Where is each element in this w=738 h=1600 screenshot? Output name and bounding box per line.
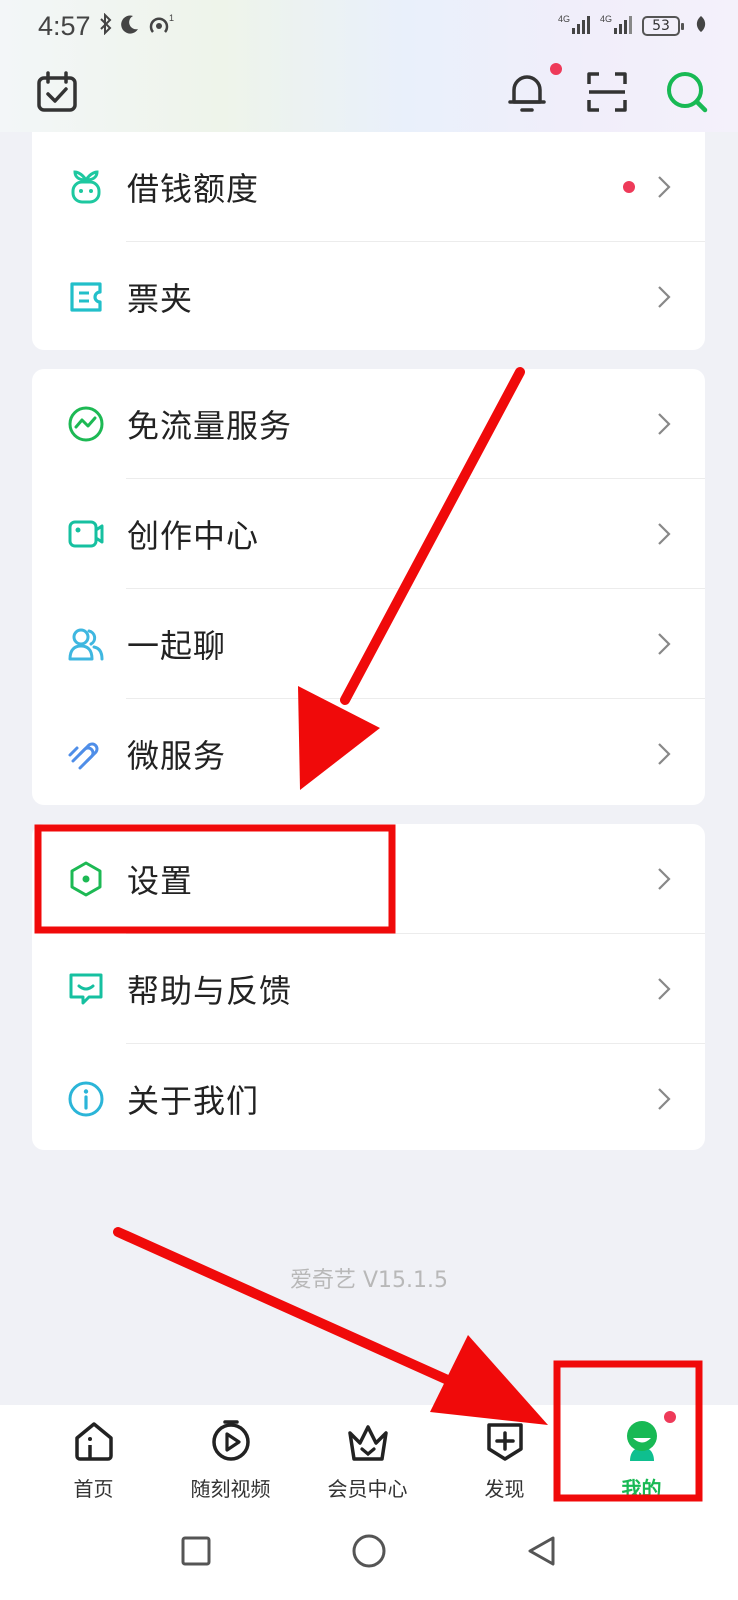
status-bar: 4:57 1 4G 4G 53 <box>0 0 738 52</box>
chevron-right-icon <box>657 742 671 770</box>
chevron-right-icon <box>657 977 671 1005</box>
tab-label: 随刻视频 <box>190 1477 271 1501</box>
signal-icon: 4G <box>558 12 592 40</box>
chat-icon <box>66 969 106 1009</box>
menu-item-label: 微服务 <box>127 736 227 775</box>
menu-item-creator-center[interactable]: 创作中心 <box>32 479 705 588</box>
sprout-icon <box>66 167 106 207</box>
menu-item-help-feedback[interactable]: 帮助与反馈 <box>32 934 705 1043</box>
tab-label: 发现 <box>484 1477 525 1501</box>
menu-card-3: 设置 帮助与反馈 关于我们 <box>32 824 705 1150</box>
tab-vip-center[interactable]: 会员中心 <box>299 1405 436 1505</box>
menu-item-label: 帮助与反馈 <box>127 971 293 1010</box>
tab-label: 首页 <box>73 1477 114 1501</box>
app-version: 爱奇艺 V15.1.5 <box>289 1268 449 1293</box>
leaf-icon <box>694 14 708 38</box>
tab-label: 我的 <box>621 1477 662 1501</box>
signal-icon-2: 4G <box>600 12 634 40</box>
chevron-right-icon <box>657 632 671 660</box>
search-icon[interactable] <box>664 69 710 115</box>
menu-card-1: 借钱额度 票夹 <box>32 132 705 350</box>
svg-text:1: 1 <box>169 13 174 23</box>
bottom-tab-bar: 首页 随刻视频 会员中心 发现 我的 <box>0 1405 738 1505</box>
svg-text:4G: 4G <box>600 14 612 24</box>
menu-item-ticket[interactable]: 票夹 <box>32 242 705 350</box>
header <box>0 60 738 124</box>
profile-icon <box>620 1411 676 1467</box>
menu-item-label: 关于我们 <box>127 1081 260 1120</box>
ticket-icon <box>66 277 106 317</box>
battery-indicator: 53 <box>642 16 684 36</box>
play-circle-icon <box>209 1419 253 1467</box>
chevron-right-icon <box>657 175 671 203</box>
chevron-right-icon <box>657 867 671 895</box>
tab-label: 会员中心 <box>327 1477 408 1501</box>
bluetooth-icon <box>99 12 113 39</box>
home-button[interactable] <box>351 1533 387 1573</box>
menu-item-about-us[interactable]: 关于我们 <box>32 1044 705 1150</box>
menu-item-micro-service[interactable]: 微服务 <box>32 699 705 805</box>
recent-apps-button[interactable] <box>180 1535 212 1571</box>
link-icon <box>66 734 106 774</box>
svg-text:4G: 4G <box>558 14 570 24</box>
calendar-check-icon[interactable] <box>34 69 80 115</box>
menu-item-chat-together[interactable]: 一起聊 <box>32 589 705 698</box>
tab-mine[interactable]: 我的 <box>573 1405 710 1505</box>
wave-icon <box>66 404 106 444</box>
menu-item-settings[interactable]: 设置 <box>32 824 705 933</box>
menu-item-label: 设置 <box>127 861 194 900</box>
tab-home[interactable]: 首页 <box>25 1405 162 1505</box>
tab-discover[interactable]: 发现 <box>436 1405 573 1505</box>
chevron-right-icon <box>657 522 671 550</box>
users-icon <box>66 624 106 664</box>
hotspot-icon: 1 <box>147 12 177 40</box>
status-time: 4:57 <box>38 10 91 41</box>
back-button[interactable] <box>526 1535 558 1571</box>
chevron-right-icon <box>657 412 671 440</box>
menu-item-label: 一起聊 <box>127 626 227 665</box>
menu-item-label: 票夹 <box>127 279 194 318</box>
camera-icon <box>66 514 106 554</box>
menu-item-label: 免流量服务 <box>127 406 293 445</box>
chevron-right-icon <box>657 285 671 313</box>
moon-icon <box>119 13 141 39</box>
menu-item-loan-quota[interactable]: 借钱额度 <box>32 132 705 241</box>
notification-dot <box>663 1411 676 1423</box>
system-navigation-bar <box>0 1505 738 1600</box>
menu-item-data-free[interactable]: 免流量服务 <box>32 369 705 478</box>
red-dot-badge <box>623 180 635 193</box>
discover-icon <box>483 1419 527 1467</box>
home-icon <box>72 1419 116 1467</box>
crown-icon <box>346 1419 390 1467</box>
bell-icon[interactable] <box>504 63 562 115</box>
chevron-right-icon <box>657 1087 671 1115</box>
hexagon-settings-icon <box>66 859 106 899</box>
info-icon <box>66 1079 106 1119</box>
menu-item-label: 借钱额度 <box>127 169 260 208</box>
scan-icon[interactable] <box>584 69 630 115</box>
menu-item-label: 创作中心 <box>127 516 260 555</box>
menu-card-2: 免流量服务 创作中心 一起聊 微服务 <box>32 369 705 805</box>
tab-short-video[interactable]: 随刻视频 <box>162 1405 299 1505</box>
notification-dot <box>550 63 562 75</box>
